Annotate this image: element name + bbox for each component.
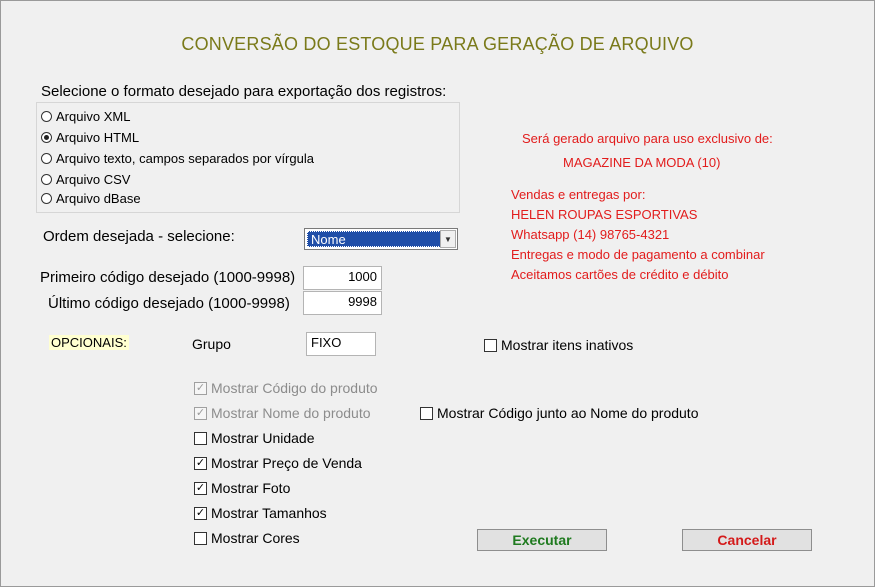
- export-dialog: CONVERSÃO DO ESTOQUE PARA GERAÇÃO DE ARQ…: [0, 0, 875, 587]
- checkbox-label: Mostrar itens inativos: [501, 337, 634, 353]
- last-code-input[interactable]: 9998: [303, 291, 382, 315]
- checkbox-label: Mostrar Tamanhos: [211, 505, 327, 521]
- format-label: Selecione o formato desejado para export…: [41, 83, 447, 100]
- show-code-with-name-checkbox[interactable]: Mostrar Código junto ao Nome do produto: [420, 403, 698, 423]
- checkbox-box[interactable]: [194, 531, 207, 545]
- radio-label: Arquivo dBase: [56, 190, 141, 206]
- radio-button-selected[interactable]: [41, 131, 52, 143]
- radio-option-html[interactable]: Arquivo HTML: [41, 128, 139, 146]
- show-sizes-checkbox[interactable]: ✓ Mostrar Tamanhos: [194, 503, 327, 523]
- radio-button[interactable]: [41, 192, 52, 204]
- checkbox-label: Mostrar Nome do produto: [211, 405, 371, 421]
- dialog-title: CONVERSÃO DO ESTOQUE PARA GERAÇÃO DE ARQ…: [181, 34, 694, 54]
- checkbox-label: Mostrar Código junto ao Nome do produto: [437, 405, 699, 421]
- info-line: HELEN ROUPAS ESPORTIVAS: [511, 207, 698, 222]
- radio-option-dbase[interactable]: Arquivo dBase: [41, 189, 141, 207]
- opcionais-label: OPCIONAIS:: [49, 335, 129, 350]
- checkbox-label: Mostrar Preço de Venda: [211, 455, 362, 471]
- chevron-down-icon[interactable]: ▼: [440, 230, 456, 248]
- grupo-input[interactable]: FIXO: [306, 332, 376, 356]
- first-code-label: Primeiro código desejado (1000-9998): [40, 269, 296, 286]
- radio-label: Arquivo texto, campos separados por vírg…: [56, 150, 314, 166]
- company-name: MAGAZINE DA MODA (10): [563, 155, 721, 170]
- show-unit-checkbox[interactable]: Mostrar Unidade: [194, 428, 315, 448]
- first-code-input[interactable]: 1000: [303, 266, 382, 290]
- show-product-code-checkbox: ✓ Mostrar Código do produto: [194, 378, 378, 398]
- info-line: Whatsapp (14) 98765-4321: [511, 227, 670, 242]
- show-photo-checkbox[interactable]: ✓ Mostrar Foto: [194, 478, 290, 498]
- checkbox-box[interactable]: [484, 338, 497, 352]
- radio-button[interactable]: [41, 110, 52, 122]
- show-colors-checkbox[interactable]: Mostrar Cores: [194, 528, 300, 548]
- show-price-checkbox[interactable]: ✓ Mostrar Preço de Venda: [194, 453, 362, 473]
- cancel-button[interactable]: Cancelar: [682, 529, 812, 551]
- checkbox-box-checked[interactable]: ✓: [194, 506, 207, 520]
- checkbox-box-checked-disabled: ✓: [194, 381, 207, 395]
- checkbox-label: Mostrar Cores: [211, 530, 300, 546]
- info-line: Entregas e modo de pagamento a combinar: [511, 247, 765, 262]
- show-inactive-checkbox[interactable]: Mostrar itens inativos: [484, 335, 633, 355]
- radio-label: Arquivo XML: [56, 108, 131, 124]
- checkbox-label: Mostrar Foto: [211, 480, 291, 496]
- ordem-selected-value: Nome: [307, 231, 441, 247]
- checkbox-label: Mostrar Unidade: [211, 430, 315, 446]
- radio-option-csv[interactable]: Arquivo CSV: [41, 170, 130, 188]
- checkbox-box[interactable]: [420, 406, 433, 420]
- info-line: Vendas e entregas por:: [511, 187, 646, 202]
- execute-button[interactable]: Executar: [477, 529, 607, 551]
- checkbox-label: Mostrar Código do produto: [211, 380, 378, 396]
- info-line: Aceitamos cartões de crédito e débito: [511, 267, 729, 282]
- radio-option-xml[interactable]: Arquivo XML: [41, 107, 130, 125]
- checkbox-box[interactable]: [194, 431, 207, 445]
- radio-label: Arquivo HTML: [56, 129, 140, 145]
- radio-option-text[interactable]: Arquivo texto, campos separados por vírg…: [41, 149, 314, 167]
- show-product-name-checkbox: ✓ Mostrar Nome do produto: [194, 403, 371, 423]
- ordem-label: Ordem desejada - selecione:: [43, 228, 235, 245]
- radio-button[interactable]: [41, 152, 52, 164]
- radio-label: Arquivo CSV: [56, 171, 131, 187]
- checkbox-box-checked[interactable]: ✓: [194, 456, 207, 470]
- checkbox-box-checked-disabled: ✓: [194, 406, 207, 420]
- radio-button[interactable]: [41, 173, 52, 185]
- ordem-select[interactable]: Nome ▼: [304, 228, 458, 250]
- grupo-label: Grupo: [192, 336, 231, 352]
- exclusive-use-text: Será gerado arquivo para uso exclusivo d…: [522, 131, 773, 146]
- checkbox-box-checked[interactable]: ✓: [194, 481, 207, 495]
- last-code-label: Último código desejado (1000-9998): [48, 295, 290, 312]
